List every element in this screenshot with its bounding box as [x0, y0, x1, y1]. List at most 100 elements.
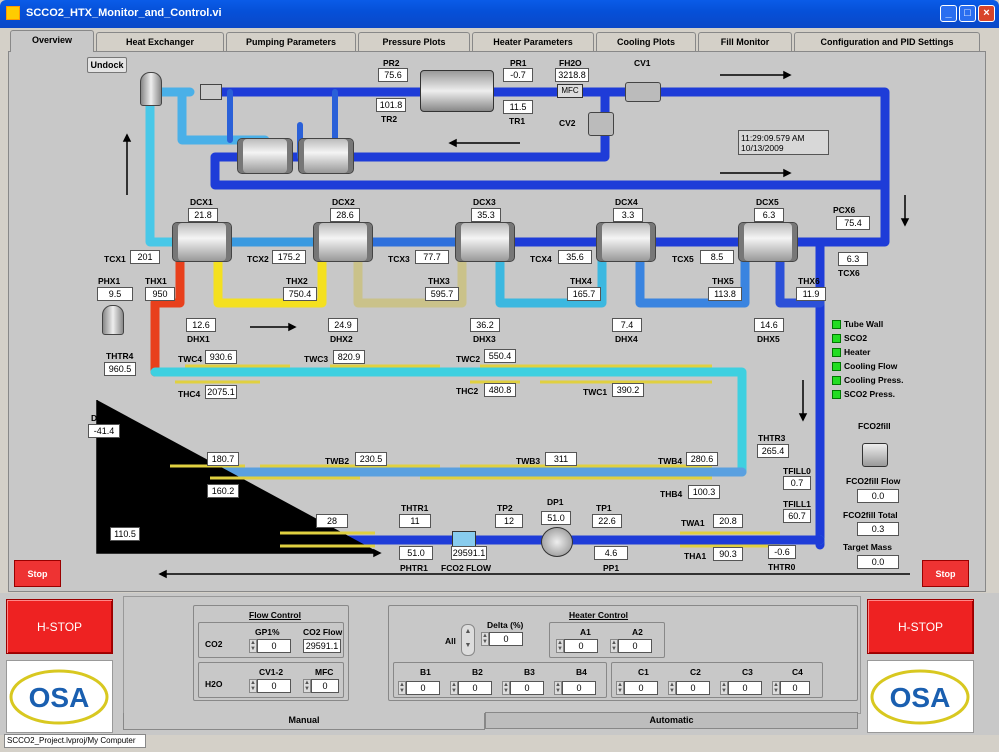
tcx1-value: 201 [130, 250, 160, 264]
delta-field[interactable]: 0 [489, 632, 523, 646]
mfc-control[interactable]: ▲ ▼ 0 [303, 679, 339, 693]
b3-stepper[interactable]: ▲ ▼ [502, 681, 510, 695]
thx3-label: THX3 [428, 276, 450, 286]
c3-field[interactable]: 0 [728, 681, 762, 695]
tab-manual[interactable]: Manual [123, 713, 485, 730]
led-sco2-press [832, 390, 841, 399]
tcx4-label: TCX4 [530, 254, 552, 264]
a2-field[interactable]: 0 [618, 639, 652, 653]
b1-stepper[interactable]: ▲ ▼ [398, 681, 406, 695]
fco2fill-title: FCO2fill [858, 421, 891, 431]
b2-field[interactable]: 0 [458, 681, 492, 695]
osa-logo-graphic: OSA [870, 669, 970, 725]
tr2-value: 101.8 [376, 98, 406, 112]
dcx1-exchanger [172, 222, 232, 262]
tab-automatic[interactable]: Automatic [485, 712, 858, 729]
b2-stepper[interactable]: ▲ ▼ [450, 681, 458, 695]
h-stop-button-left[interactable]: H-STOP [6, 599, 113, 654]
b1-field[interactable]: 0 [406, 681, 440, 695]
b3-control[interactable]: ▲ ▼ 0 [502, 681, 544, 695]
dhx1-value: 12.6 [186, 318, 216, 332]
cooler-left [237, 138, 293, 174]
dcx4-exchanger [596, 222, 656, 262]
thx1-label: THX1 [145, 276, 167, 286]
c3-stepper[interactable]: ▲ ▼ [720, 681, 728, 695]
c1-field[interactable]: 0 [624, 681, 658, 695]
pcx6-label: PCX6 [833, 205, 856, 215]
twb3-label: TWB3 [516, 456, 541, 466]
dhx4-value: 7.4 [612, 318, 642, 332]
a1-stepper[interactable]: ▲ ▼ [556, 639, 564, 653]
a2-control[interactable]: ▲ ▼ 0 [610, 639, 652, 653]
mfc-stepper[interactable]: ▲ ▼ [303, 679, 311, 693]
heater-b-group: B1 ▲ ▼ 0 B2 ▲ ▼ 0 B3 ▲ ▼ 0 B4 ▲ ▼ 0 [393, 662, 607, 698]
a1-field[interactable]: 0 [564, 639, 598, 653]
thtr4-value: 960.5 [104, 362, 136, 376]
thtr1-value: 11 [399, 514, 431, 528]
cv12-stepper[interactable]: ▲ ▼ [249, 679, 257, 693]
tcx4-value: 35.6 [558, 250, 592, 264]
osa-logo-graphic: OSA [9, 669, 109, 725]
pump-motor-icon [420, 70, 494, 112]
thx3-value: 595.7 [425, 287, 459, 301]
twa1-label: TWA1 [681, 518, 705, 528]
cv12-field[interactable]: 0 [257, 679, 291, 693]
led-heater [832, 348, 841, 357]
status-leds: Tube Wall SCO2 Heater Cooling Flow Cooli… [832, 318, 942, 402]
flow-control-title: Flow Control [249, 610, 301, 620]
tp2-value: 12 [495, 514, 523, 528]
b4-stepper[interactable]: ▲ ▼ [554, 681, 562, 695]
b2-control[interactable]: ▲ ▼ 0 [450, 681, 492, 695]
c2-field[interactable]: 0 [676, 681, 710, 695]
delta-control[interactable]: ▲ ▼ 0 [481, 632, 523, 646]
c1-control[interactable]: ▲ ▼ 0 [616, 681, 658, 695]
b3-field[interactable]: 0 [510, 681, 544, 695]
stop-button-right[interactable]: Stop [922, 560, 969, 587]
pr2-value: 75.6 [378, 68, 408, 82]
a2-stepper[interactable]: ▲ ▼ [610, 639, 618, 653]
c1-stepper[interactable]: ▲ ▼ [616, 681, 624, 695]
twc4-label: TWC4 [178, 354, 203, 364]
c4-control[interactable]: ▲ ▼ 0 [772, 681, 810, 695]
pump-icon [541, 527, 573, 557]
dcx3-label: DCX3 [473, 197, 496, 207]
mfc-field[interactable]: 0 [311, 679, 339, 693]
dcx1-value: 21.8 [188, 208, 218, 222]
pp1-label: PP1 [603, 563, 620, 573]
thx4-label: THX4 [570, 276, 592, 286]
phtr1-label: PHTR1 [400, 563, 428, 573]
c2-stepper[interactable]: ▲ ▼ [668, 681, 676, 695]
tab-overview[interactable]: Overview [10, 30, 94, 52]
thtr4-label: THTR4 [106, 351, 134, 361]
b1-control[interactable]: ▲ ▼ 0 [398, 681, 440, 695]
gp1-stepper[interactable]: ▲ ▼ [249, 639, 257, 653]
c3-control[interactable]: ▲ ▼ 0 [720, 681, 762, 695]
thc2-label: THC2 [456, 386, 479, 396]
fco2fill-total-label: FCO2fill Total [843, 510, 898, 520]
dhtr5-label: DHTR5 [91, 413, 120, 423]
pr1-value: -0.7 [503, 68, 533, 82]
a1-control[interactable]: ▲ ▼ 0 [556, 639, 598, 653]
twa2-value: 28 [316, 514, 348, 528]
b4-field[interactable]: 0 [562, 681, 596, 695]
gp1-field[interactable]: 0 [257, 639, 291, 653]
dhx3-label: DHX3 [473, 334, 496, 344]
dp1-value: 51.0 [541, 511, 571, 525]
undock-button[interactable]: Undock [87, 57, 127, 73]
all-stepper[interactable]: ▲ ▼ [461, 624, 475, 656]
dcx4-value: 3.3 [613, 208, 643, 222]
stop-button-left[interactable]: Stop [14, 560, 61, 587]
target-mass-label: Target Mass [843, 542, 892, 552]
twc3-label: TWC3 [304, 354, 329, 364]
gp1-control[interactable]: ▲ ▼ 0 [249, 639, 291, 653]
c4-stepper[interactable]: ▲ ▼ [772, 681, 780, 695]
b4-control[interactable]: ▲ ▼ 0 [554, 681, 596, 695]
thtr0-value: -0.6 [768, 545, 796, 559]
h-stop-button-right[interactable]: H-STOP [867, 599, 974, 654]
delta-stepper[interactable]: ▲ ▼ [481, 632, 489, 646]
cv12-control[interactable]: ▲ ▼ 0 [249, 679, 291, 693]
c2-control[interactable]: ▲ ▼ 0 [668, 681, 710, 695]
c4-field[interactable]: 0 [780, 681, 810, 695]
flowmeter-icon [452, 531, 476, 547]
thc4-label: THC4 [178, 389, 201, 399]
